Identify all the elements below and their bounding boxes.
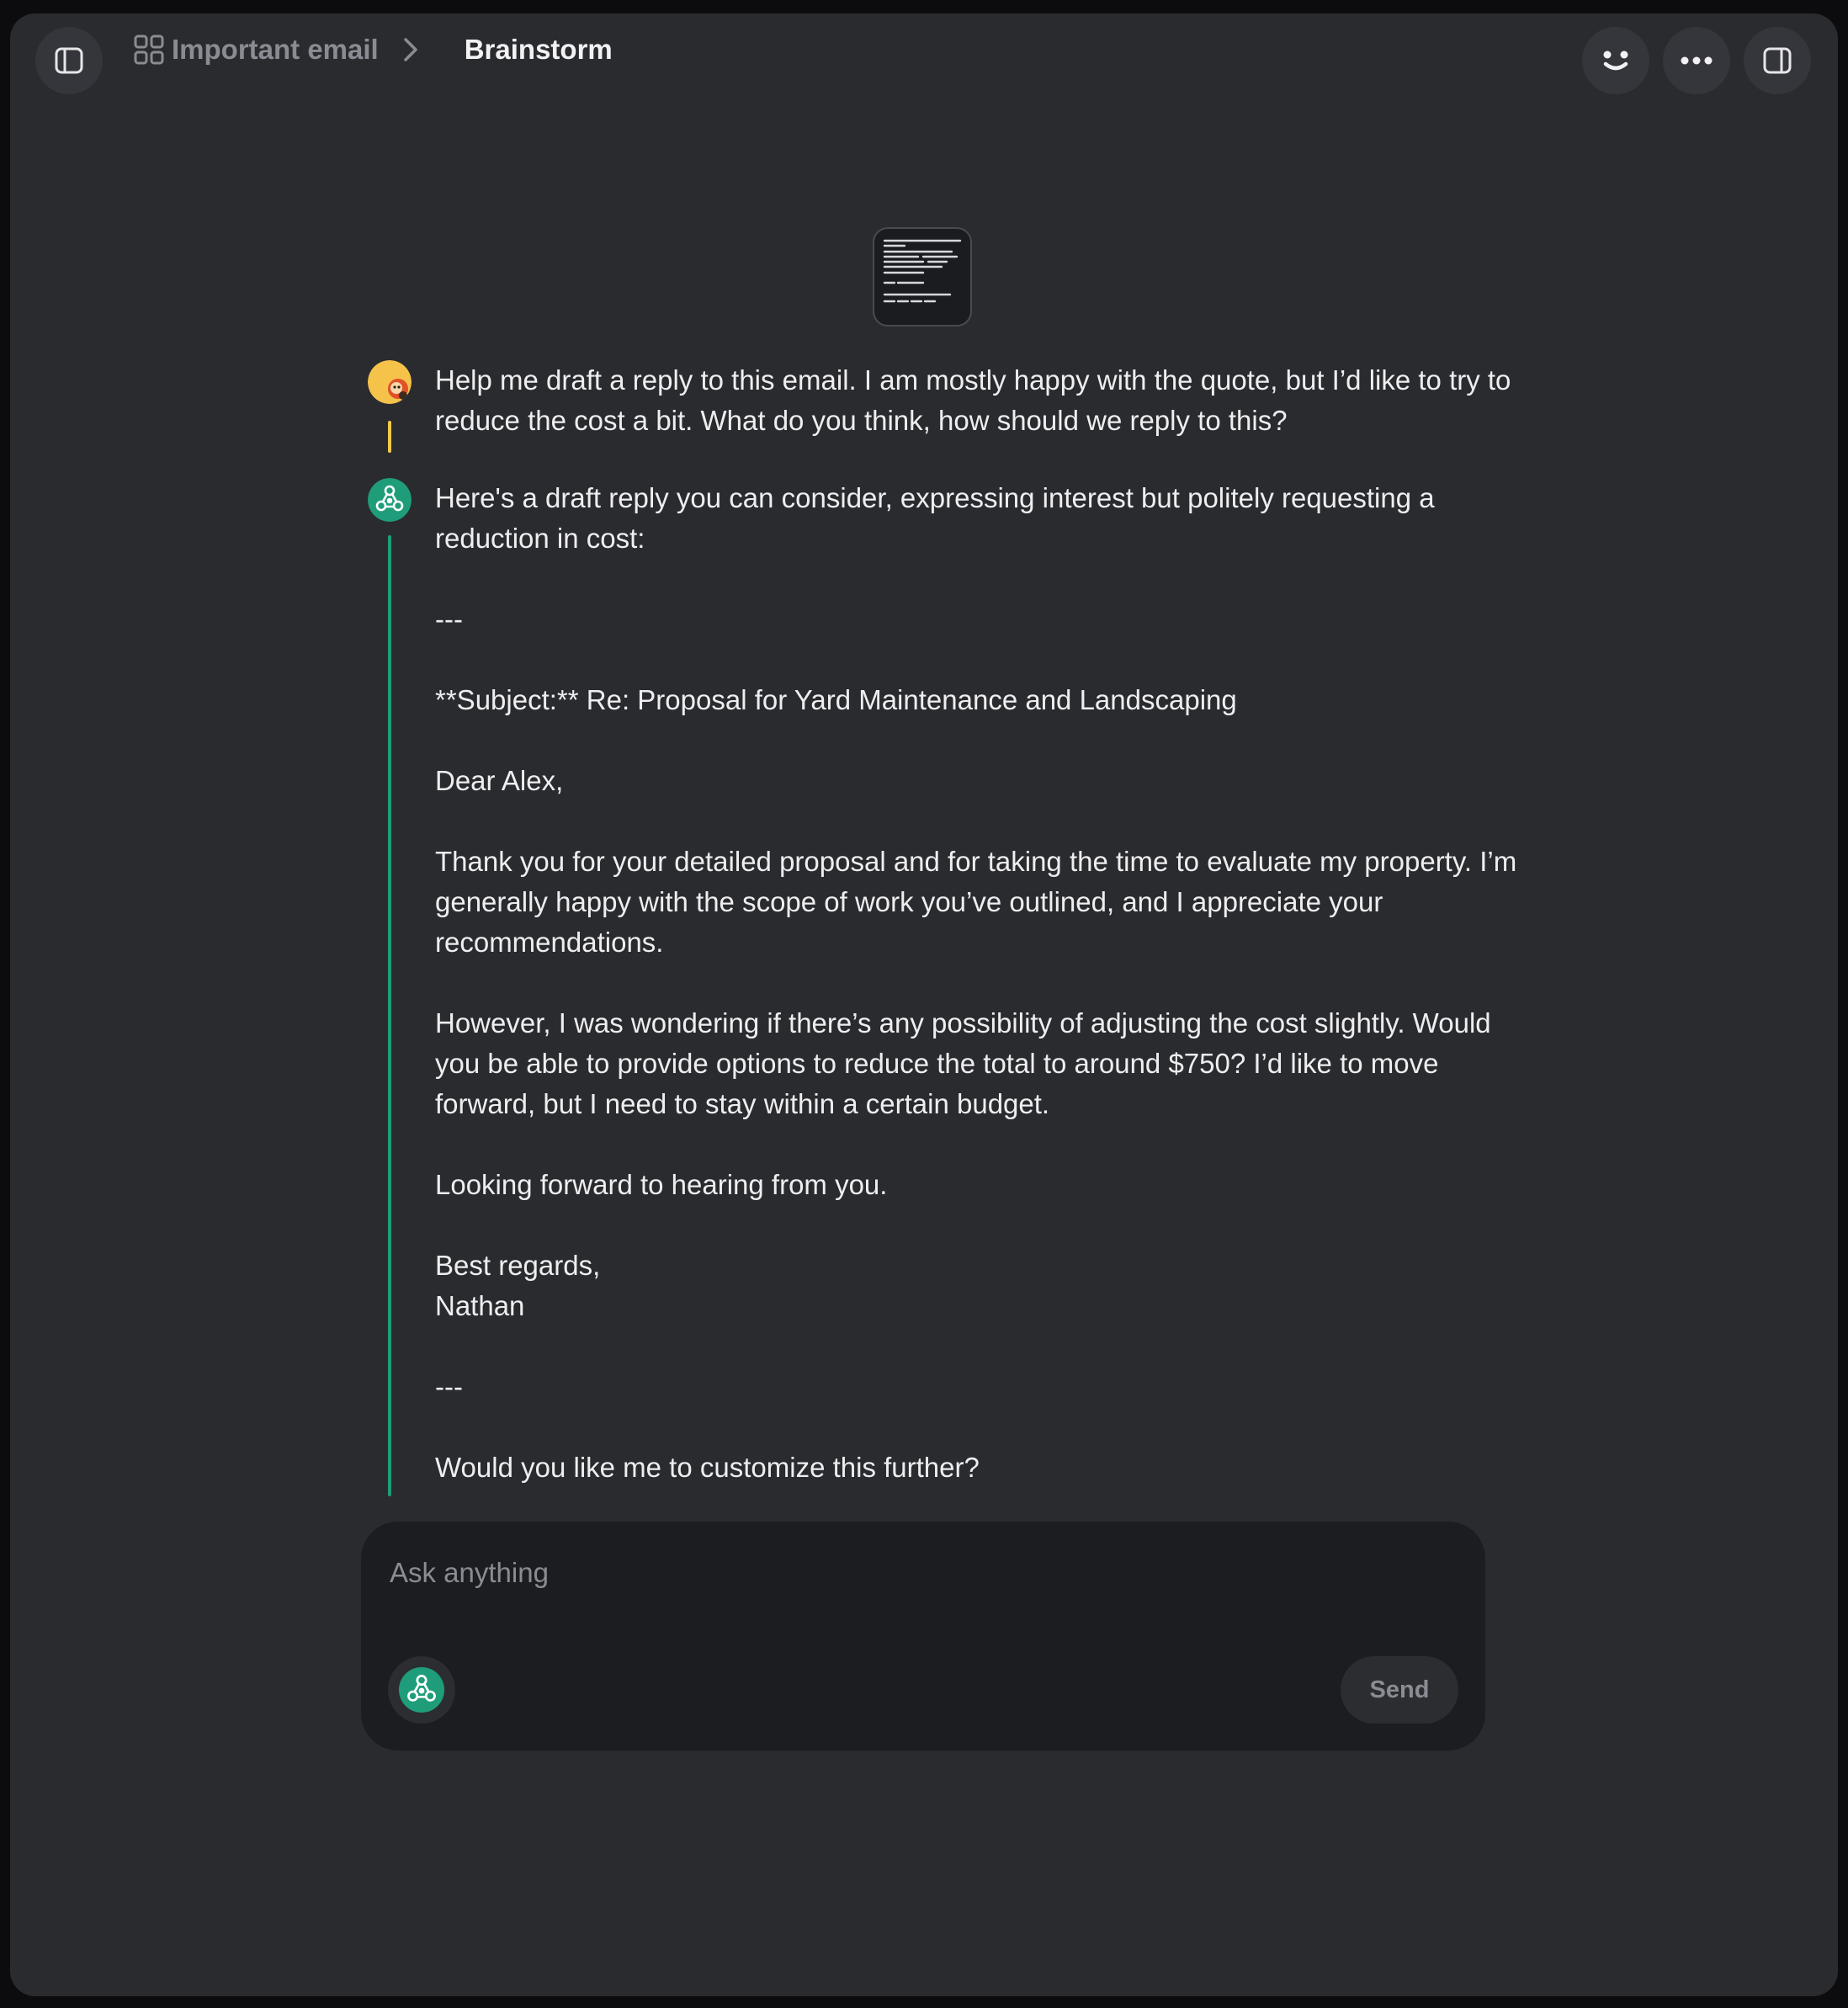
user-message: Help me draft a reply to this email. I a…: [368, 360, 1511, 453]
assistant-logo-icon: [399, 1667, 444, 1713]
grid-icon: [134, 35, 164, 65]
assistant-model-button[interactable]: [388, 1656, 455, 1724]
assistant-message: Here's a draft reply you can consider, e…: [368, 478, 1516, 1496]
persona-button[interactable]: [1582, 27, 1649, 94]
user-avatar-icon: [368, 360, 412, 404]
breadcrumb-parent-link[interactable]: Important email: [133, 34, 379, 66]
ask-input[interactable]: [388, 1547, 1443, 1599]
composer: Send: [361, 1522, 1485, 1750]
right-panel-toggle-button[interactable]: [1744, 27, 1811, 94]
more-options-button[interactable]: [1663, 27, 1730, 94]
assistant-logo-icon: [368, 478, 412, 522]
more-horizontal-icon: [1681, 56, 1713, 65]
assistant-message-rail: [388, 535, 391, 1496]
sidebar-left-icon: [55, 47, 83, 74]
send-button[interactable]: Send: [1341, 1656, 1458, 1724]
user-message-rail: [388, 421, 391, 453]
chevron-right-icon: [401, 35, 421, 65]
sidebar-right-icon: [1763, 47, 1792, 74]
page-title: Brainstorm: [464, 34, 613, 65]
document-icon: [883, 239, 962, 303]
breadcrumb: Important email Brainstorm: [133, 13, 613, 86]
user-avatar: [368, 360, 412, 404]
breadcrumb-parent-label: Important email: [172, 34, 379, 65]
app-window: Important email Brainstorm Help me draft…: [10, 13, 1838, 1996]
smiley-face-icon: [1603, 50, 1628, 71]
document-thumbnail[interactable]: [873, 227, 972, 327]
user-message-text: Help me draft a reply to this email. I a…: [435, 364, 1519, 436]
assistant-avatar: [368, 478, 412, 522]
assistant-message-text: Here's a draft reply you can consider, e…: [435, 482, 1517, 1483]
sidebar-toggle-button[interactable]: [35, 27, 103, 94]
